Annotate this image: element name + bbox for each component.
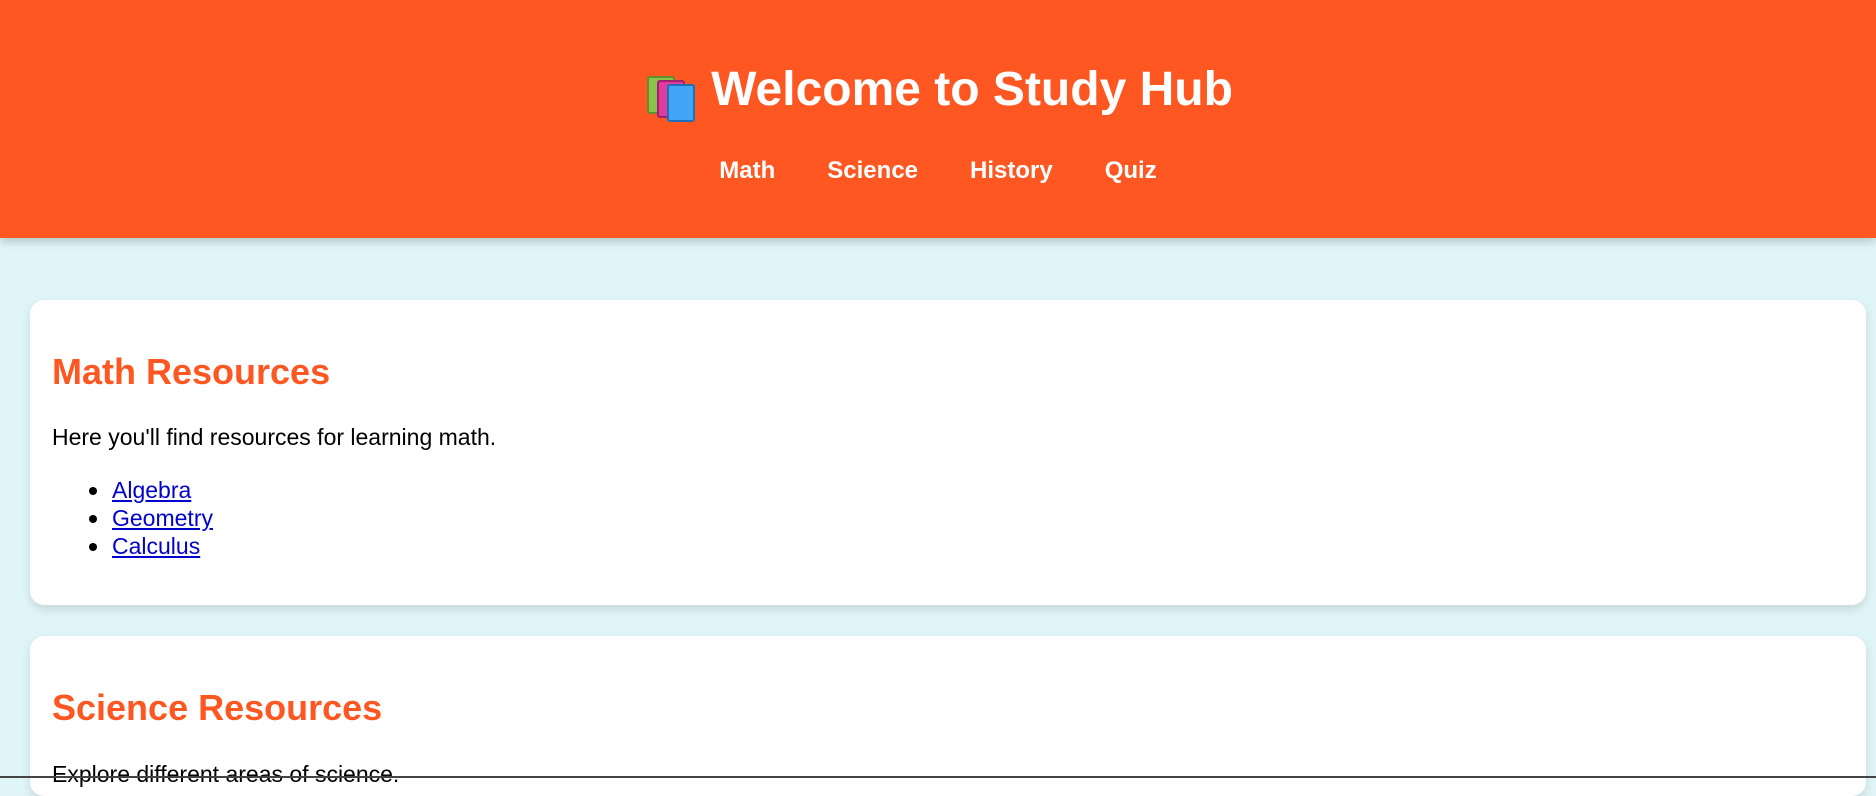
nav-link-science[interactable]: Science <box>827 157 918 185</box>
list-item: Geometry <box>89 504 213 532</box>
link-geometry[interactable]: Geometry <box>112 505 213 531</box>
list-item: Calculus <box>89 532 213 560</box>
math-resources-card: Math Resources Here you'll find resource… <box>30 300 1866 605</box>
math-section-description: Here you'll find resources for learning … <box>52 424 497 450</box>
main-nav: Math Science History Quiz <box>0 157 1876 185</box>
site-header: Welcome to Study Hub Math Science Histor… <box>0 0 1876 238</box>
math-links-list: Algebra Geometry Calculus <box>89 476 213 560</box>
math-section-title: Math Resources <box>52 351 331 392</box>
nav-link-quiz[interactable]: Quiz <box>1105 157 1157 185</box>
link-calculus[interactable]: Calculus <box>112 533 200 559</box>
page-title: Welcome to Study Hub <box>711 63 1233 116</box>
list-item: Algebra <box>89 476 213 504</box>
title-row: Welcome to Study Hub <box>0 63 1876 122</box>
link-algebra[interactable]: Algebra <box>112 477 191 503</box>
nav-link-math[interactable]: Math <box>719 157 775 185</box>
nav-link-history[interactable]: History <box>970 157 1053 185</box>
science-section-title: Science Resources <box>52 687 383 728</box>
science-section-description: Explore different areas of science. <box>52 761 400 787</box>
science-resources-card: Science Resources Explore different area… <box>30 636 1866 796</box>
books-icon <box>643 66 697 122</box>
